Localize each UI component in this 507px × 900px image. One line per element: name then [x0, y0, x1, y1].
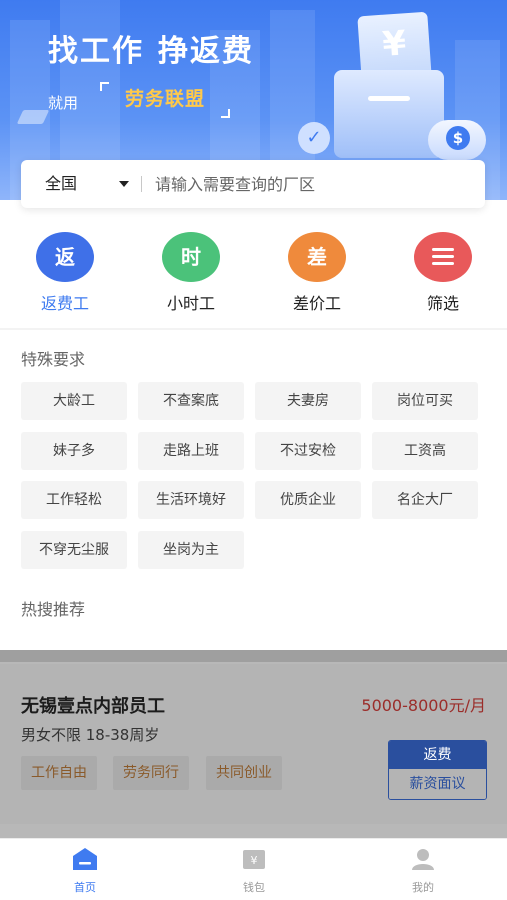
tag-item[interactable]: 夫妻房	[255, 382, 361, 420]
tab-home[interactable]: 首页	[45, 847, 125, 895]
special-requirements-title: 特殊要求	[21, 350, 86, 369]
wallet-icon: ¥	[243, 850, 265, 869]
piggy-bank-icon: $	[428, 120, 486, 160]
tab-profile[interactable]: 我的	[383, 847, 463, 895]
job-salary: 5000-8000元/月	[361, 696, 486, 715]
tag-item[interactable]: 工作轻松	[21, 481, 127, 519]
brand-label: 劳务联盟	[100, 82, 230, 118]
tag-item[interactable]: 不查案底	[138, 382, 244, 420]
salary-badge: 返费 薪资面议	[388, 740, 487, 800]
modal-overlay[interactable]: 无锡壹点内部员工 5000-8000元/月 男女不限 18-38周岁 工作自由 …	[0, 650, 507, 838]
bottom-tab-bar: 首页 ¥ 钱包 我的	[0, 838, 507, 900]
tag-item[interactable]: 优质企业	[255, 481, 361, 519]
tab-label: 我的	[412, 881, 434, 894]
banner-title: 找工作 挣返费	[48, 26, 254, 70]
tag-item[interactable]: 岗位可买	[372, 382, 478, 420]
category-price-diff[interactable]: 差 差价工	[272, 232, 362, 314]
price-diff-icon: 差	[288, 232, 346, 282]
tab-label: 首页	[74, 881, 96, 894]
category-label: 筛选	[426, 294, 459, 313]
tag-item[interactable]: 大龄工	[21, 382, 127, 420]
perk-tag: 劳务同行	[113, 756, 189, 790]
hourly-icon: 时	[162, 232, 220, 282]
section-divider	[0, 328, 507, 330]
hot-search-title: 热搜推荐	[21, 600, 86, 619]
banner-title-part1: 找工作	[48, 34, 144, 69]
job-title: 无锡壹点内部员工	[21, 696, 165, 717]
category-label: 小时工	[166, 294, 215, 313]
category-label: 返费工	[40, 294, 89, 313]
tag-item[interactable]: 生活环境好	[138, 481, 244, 519]
region-selector[interactable]: 全国	[45, 160, 77, 208]
fanfei-icon: 返	[36, 232, 94, 282]
badge-fanfei: 返费	[389, 741, 486, 769]
banner-title-part2: 挣返费	[158, 34, 254, 69]
search-bar: 全国	[21, 160, 485, 208]
job-requirements: 男女不限 18-38周岁	[21, 726, 160, 744]
tag-item[interactable]: 不过安检	[255, 432, 361, 470]
search-input[interactable]	[155, 168, 465, 200]
tag-item[interactable]: 坐岗为主	[138, 531, 244, 569]
search-divider	[141, 176, 142, 192]
perk-tag: 工作自由	[21, 756, 97, 790]
svg-text:¥: ¥	[251, 854, 258, 867]
tag-item[interactable]: 工资高	[372, 432, 478, 470]
category-hourly[interactable]: 时 小时工	[146, 232, 236, 314]
money-box-icon	[334, 70, 444, 158]
chevron-down-icon[interactable]	[119, 181, 129, 187]
banner-subtitle-prefix: 就用	[48, 94, 79, 112]
check-icon: ✓	[298, 122, 330, 154]
tag-item[interactable]: 妹子多	[21, 432, 127, 470]
user-icon	[412, 849, 434, 870]
perk-tag: 共同创业	[206, 756, 282, 790]
tab-label: 钱包	[243, 881, 265, 894]
tag-item[interactable]: 名企大厂	[372, 481, 478, 519]
tag-item[interactable]: 走路上班	[138, 432, 244, 470]
tab-wallet[interactable]: ¥ 钱包	[214, 847, 294, 895]
category-filter[interactable]: 筛选	[398, 232, 488, 314]
brand-text: 劳务联盟	[124, 88, 205, 110]
menu-icon	[414, 232, 472, 282]
tag-item[interactable]: 不穿无尘服	[21, 531, 127, 569]
category-fanfei[interactable]: 返 返费工	[20, 232, 110, 314]
job-card[interactable]: 无锡壹点内部员工 5000-8000元/月 男女不限 18-38周岁 工作自由 …	[0, 664, 507, 824]
home-icon	[73, 848, 97, 870]
category-label: 差价工	[292, 294, 341, 313]
badge-salary-negotiable: 薪资面议	[389, 769, 486, 799]
